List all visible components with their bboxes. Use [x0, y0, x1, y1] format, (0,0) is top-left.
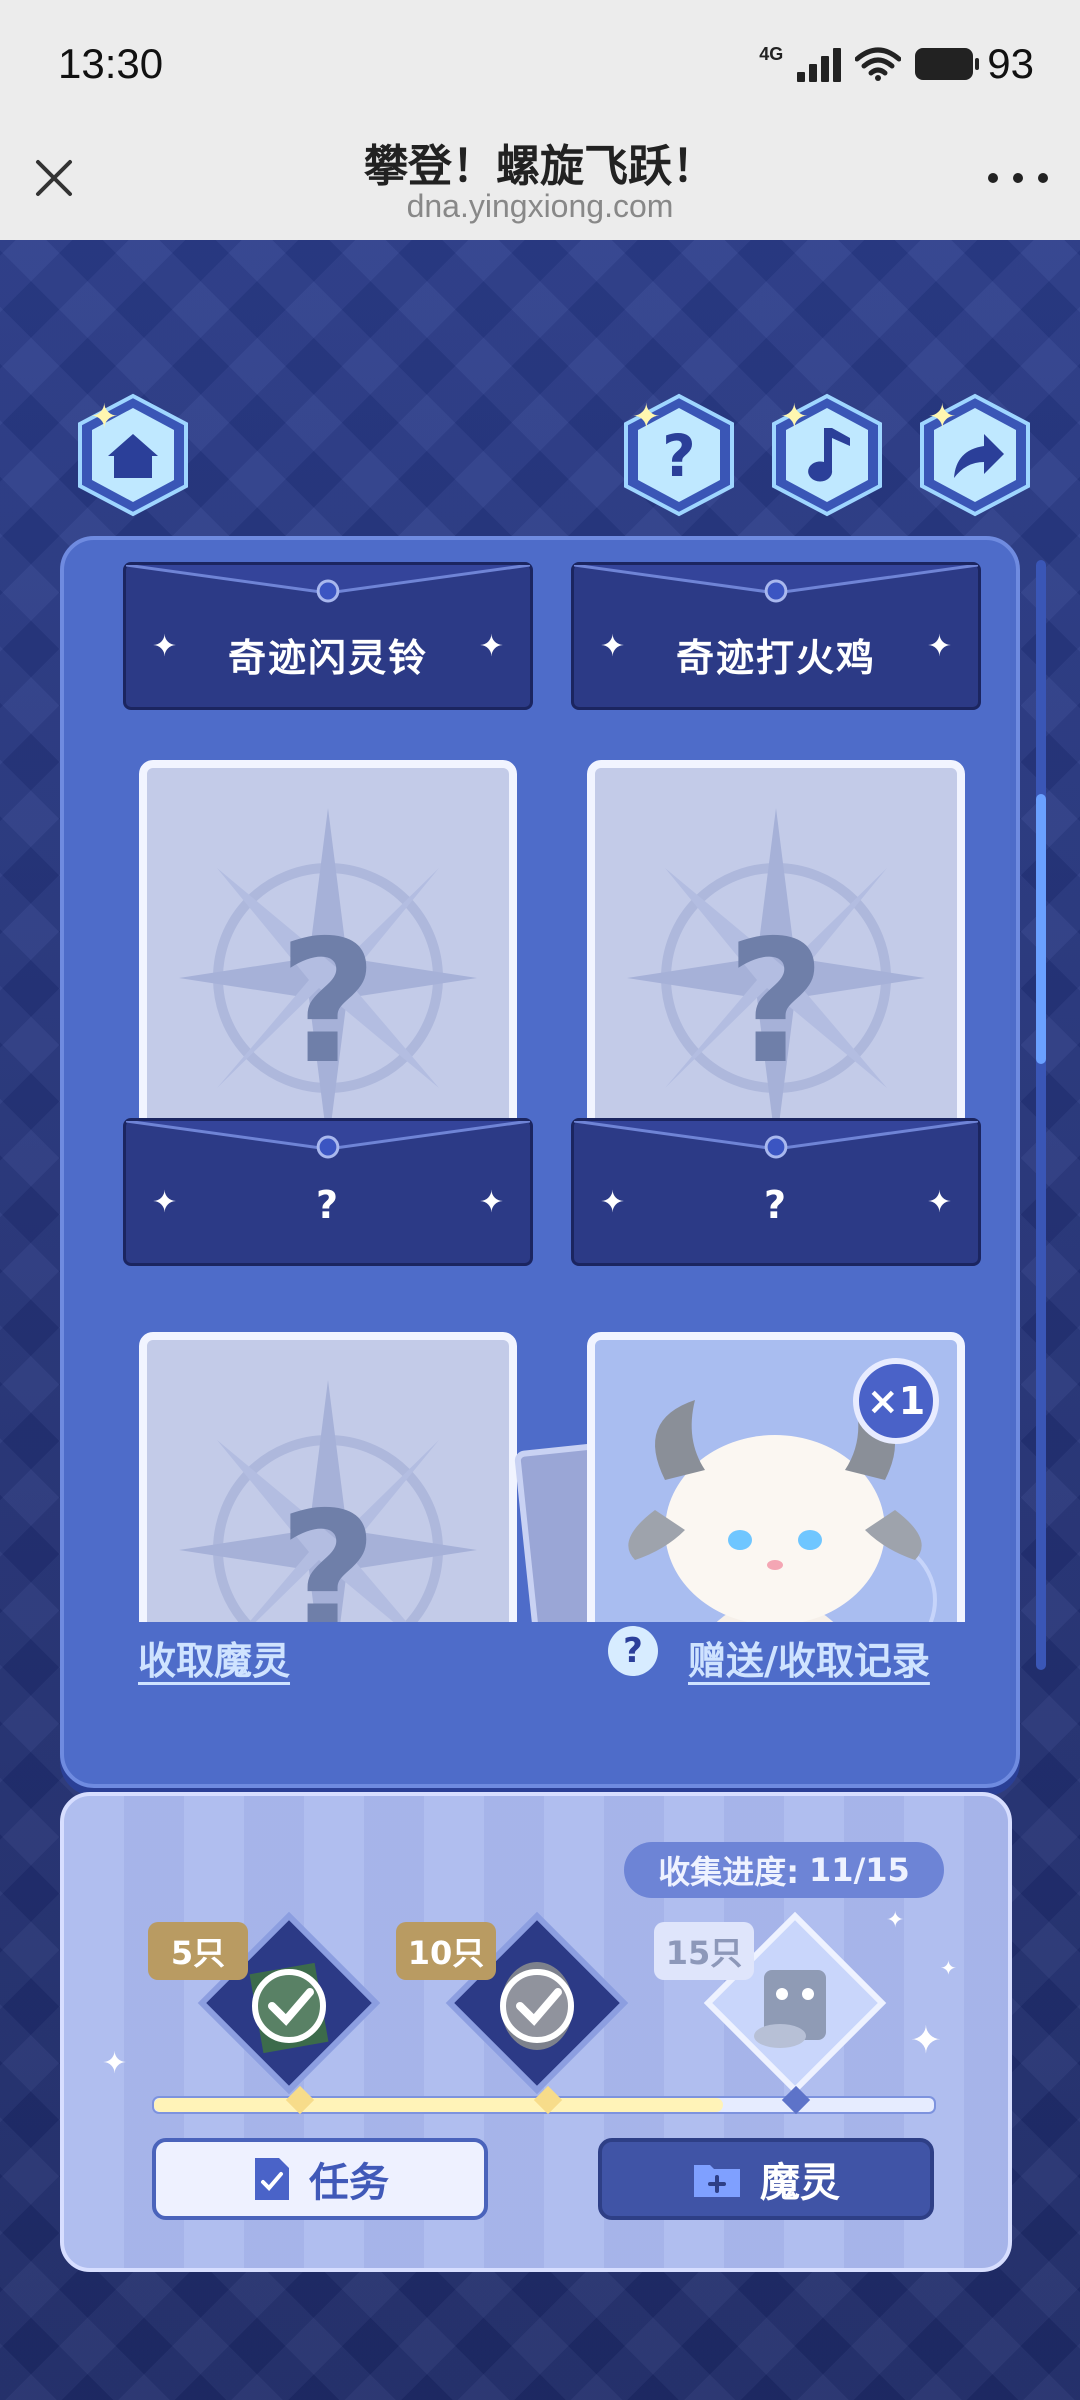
count-badge: ×1: [853, 1358, 939, 1444]
card-slot[interactable]: ✦ 奇迹闪灵铃 ✦: [123, 562, 533, 712]
more-icon[interactable]: [988, 168, 1048, 188]
help-icon[interactable]: ?: [608, 1626, 658, 1676]
milestone-tag: 15只: [654, 1922, 754, 1980]
progress-label: 收集进度:: [658, 1853, 800, 1891]
svg-text:✦: ✦: [632, 397, 661, 437]
scrollbar-thumb[interactable]: [1036, 794, 1046, 1064]
receive-spirit-link[interactable]: 收取魔灵: [138, 1630, 290, 1685]
card-name: 奇迹闪灵铃: [227, 636, 428, 680]
card-slot[interactable]: ? ✦ ? ✦: [571, 760, 981, 1290]
music-note-icon[interactable]: ✦: [762, 390, 892, 520]
card-slot[interactable]: ×1: [513, 1332, 981, 1622]
task-document-icon: [255, 2158, 289, 2200]
spirits-button[interactable]: 魔灵: [598, 2138, 934, 2220]
card-grid[interactable]: ✦ 奇迹闪灵铃 ✦ ✦ 奇迹打火鸡 ✦ ? ✦ ? ✦ ? ✦ ? ✦ ? ×1: [88, 562, 992, 1622]
locked-card: ?: [139, 1332, 517, 1622]
battery-icon: [915, 48, 980, 80]
question-mark-icon: ?: [278, 904, 378, 1102]
spirit-card: ×1: [587, 1332, 965, 1622]
milestone-tag: 5只: [148, 1922, 248, 1980]
network-type: 4G: [759, 43, 784, 64]
milestone-tag: 10只: [396, 1922, 496, 1980]
question-mark-icon: ?: [726, 904, 826, 1102]
progress-fill: [154, 2098, 724, 2112]
tasks-label: 任务: [309, 2160, 389, 2206]
progress-panel: 收集进度: 11/15 ✦ ✦ ✦ ✦ 5只 10只 15只 任务 魔灵: [60, 1792, 1012, 2272]
svg-text:✦: ✦: [780, 397, 809, 437]
tasks-button[interactable]: 任务: [152, 2138, 488, 2220]
card-slot[interactable]: ? ✦ ? ✦: [123, 760, 533, 1290]
svg-text:✦: ✦: [928, 397, 957, 437]
card-name: ?: [315, 1183, 341, 1227]
collection-panel: ✦ 奇迹闪灵铃 ✦ ✦ 奇迹打火鸡 ✦ ? ✦ ? ✦ ? ✦ ? ✦ ? ×1…: [60, 536, 1046, 1788]
scrollbar[interactable]: [1036, 560, 1046, 1670]
home-icon[interactable]: ✦: [68, 390, 198, 520]
card-slot[interactable]: ✦ 奇迹打火鸡 ✦: [571, 562, 981, 712]
progress-value: 11/15: [809, 1851, 910, 1889]
card-nameplate: ✦ ? ✦: [571, 1118, 981, 1266]
svg-text:?: ?: [662, 422, 696, 490]
share-arrow-icon[interactable]: ✦: [910, 390, 1040, 520]
question-mark-icon: ?: [278, 1476, 378, 1622]
battery-level: 93: [987, 40, 1034, 87]
wifi-icon: [855, 47, 902, 81]
card-name: 奇迹打火鸡: [675, 636, 876, 680]
locked-card: ?: [587, 760, 965, 1180]
progress-counter: 收集进度: 11/15: [624, 1842, 944, 1898]
signal-icon: [797, 46, 842, 82]
page-title: 攀登！螺旋飞跃！: [364, 141, 716, 192]
card-name: ?: [763, 1183, 789, 1227]
card-slot[interactable]: ?: [123, 1332, 533, 1622]
status-icons: 4G 93: [759, 40, 1034, 88]
card-nameplate: ✦ 奇迹打火鸡 ✦: [571, 562, 981, 710]
question-icon[interactable]: ? ✦: [614, 390, 744, 520]
card-nameplate: ✦ ? ✦: [123, 1118, 533, 1266]
records-link[interactable]: 赠送/收取记录: [688, 1630, 930, 1685]
status-time: 13:30: [58, 40, 164, 87]
svg-text:✦: ✦: [90, 397, 119, 437]
page-url: dna.yingxiong.com: [406, 188, 674, 224]
browser-title-bar: 攀登！螺旋飞跃！ dna.yingxiong.com: [0, 132, 1080, 240]
card-nameplate: ✦ 奇迹闪灵铃 ✦: [123, 562, 533, 710]
folder-add-icon: [694, 2165, 740, 2197]
game-area: ✦ ? ✦ ✦ ✦ ✦ 奇迹闪灵铃 ✦ ✦ 奇迹打火鸡 ✦ ? ✦ ? ✦ ? …: [0, 240, 1080, 2400]
locked-card: ?: [139, 760, 517, 1180]
spirits-label: 魔灵: [760, 2160, 840, 2206]
status-bar: 13:30 4G 93: [0, 0, 1080, 132]
